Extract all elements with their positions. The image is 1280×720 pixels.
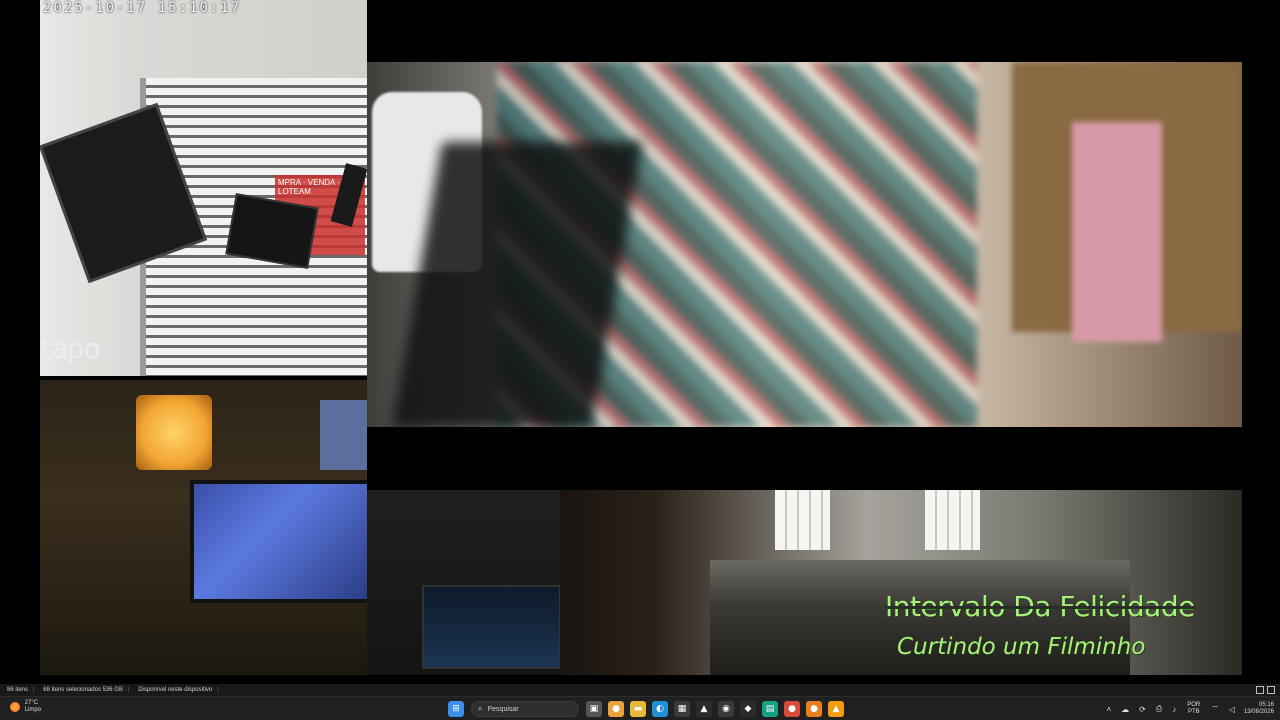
mic-icon[interactable]: ♪ xyxy=(1172,705,1176,714)
usb-icon[interactable]: ⎙ xyxy=(1156,704,1162,714)
overlay-subtitle: Curtindo um Filminho xyxy=(897,634,1146,660)
system-tray: ˄ ☁ ⟳ ⎙ ♪ POR PTB ⌔ ◁ 05:16 13/08/2026 xyxy=(1101,699,1280,719)
taskbar: 27°C Limpo ⊞ ⌕ Pesquisar ▣ ● ▬ ◐ ▦ ▲ ◉ ◆… xyxy=(0,696,1280,720)
details-view-icon[interactable] xyxy=(1256,686,1264,694)
camera-logo: tapo xyxy=(41,332,101,365)
chrome-icon[interactable]: ● xyxy=(608,701,624,717)
adobe-icon[interactable]: ▲ xyxy=(696,701,712,717)
main-video-player[interactable] xyxy=(367,62,1242,427)
availability-status: Disponível neste dispositivo xyxy=(138,687,213,693)
explorer-status-bar: 86 itens | 68 itens selecionados 536 GB | … xyxy=(0,684,1280,696)
file-explorer-icon[interactable]: ▬ xyxy=(630,701,646,717)
selection-info: 68 itens selecionados 536 GB xyxy=(43,687,123,693)
mixer-screen-image xyxy=(422,585,560,669)
lamp-image xyxy=(136,395,212,470)
search-icon: ⌕ xyxy=(478,704,483,713)
taskbar-apps: ⊞ ⌕ Pesquisar ▣ ● ▬ ◐ ▦ ▲ ◉ ◆ ▤ ● ● ▲ xyxy=(445,699,847,719)
app-icon[interactable]: ◆ xyxy=(740,701,756,717)
overlay-title: Intervalo Da Felicidade xyxy=(885,590,1195,623)
keyboard-layout: PTB xyxy=(1187,709,1200,715)
language-indicator[interactable]: POR PTB xyxy=(1187,702,1200,716)
windows-start-icon[interactable]: ⊞ xyxy=(448,701,464,717)
weather-temp: 27°C xyxy=(24,700,39,706)
weather-widget[interactable]: 27°C Limpo xyxy=(10,700,41,714)
edge-icon[interactable]: ◐ xyxy=(652,701,668,717)
window-image xyxy=(925,490,980,550)
camera-timestamp: 2025-10-17 15:10:17 xyxy=(43,0,242,16)
search-placeholder: Pesquisar xyxy=(487,705,519,713)
vlc-icon[interactable]: ▲ xyxy=(828,701,844,717)
chrome-icon-3[interactable]: ● xyxy=(806,701,822,717)
camera-feed-studio xyxy=(367,490,560,675)
chrome-icon-2[interactable]: ● xyxy=(784,701,800,717)
chevron-up-icon[interactable]: ˄ xyxy=(1106,705,1111,714)
volume-icon[interactable]: ◁ xyxy=(1229,705,1235,714)
weather-icon xyxy=(10,702,20,712)
monitor-image xyxy=(190,480,367,603)
task-view-icon[interactable]: ▣ xyxy=(586,701,602,717)
store-icon[interactable]: ▦ xyxy=(674,701,690,717)
cloud-icon[interactable]: ☁ xyxy=(1121,705,1129,714)
person-shirt xyxy=(1072,122,1162,342)
clock[interactable]: 05:16 13/08/2026 xyxy=(1244,702,1274,716)
terminal-icon[interactable]: ▤ xyxy=(762,701,778,717)
clock-date: 13/08/2026 xyxy=(1243,709,1274,715)
window-image xyxy=(775,490,830,550)
weather-condition: Limpo xyxy=(24,707,42,713)
poster-image xyxy=(320,400,367,470)
camera-feed-room xyxy=(40,380,367,675)
tiles-view-icon[interactable] xyxy=(1267,686,1275,694)
camera-feed-outdoor: MPRA · VENDA · LOTEAM xyxy=(40,0,367,376)
search-box[interactable]: ⌕ Pesquisar xyxy=(471,701,579,717)
clock-time: 05:16 xyxy=(1258,702,1274,708)
sync-icon[interactable]: ⟳ xyxy=(1139,705,1146,714)
item-count: 86 itens xyxy=(7,687,29,693)
language-code: POR xyxy=(1187,702,1201,708)
obs-icon[interactable]: ◉ xyxy=(718,701,734,717)
wifi-icon[interactable]: ⌔ xyxy=(1211,704,1219,714)
